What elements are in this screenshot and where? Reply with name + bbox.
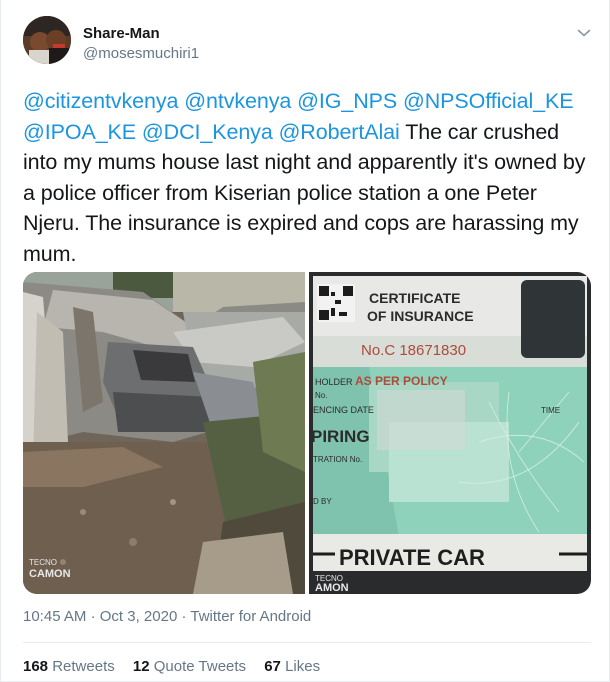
tweet-header: Share-Man @mosesmuchiri1: [23, 16, 593, 72]
likes-count: 67: [264, 658, 281, 675]
divider: [23, 642, 591, 643]
tweet-card: Share-Man @mosesmuchiri1 @citizentvkenya…: [0, 0, 610, 682]
insurance-certificate-photo[interactable]: CERTIFICATE OF INSURANCE No.C 18671830 H…: [309, 272, 591, 594]
quote-tweets-stat[interactable]: 12 Quote Tweets: [133, 658, 246, 675]
mention-link[interactable]: @RobertAlai: [279, 120, 400, 144]
issued-by-label: D BY: [313, 497, 332, 506]
likes-stat[interactable]: 67 Likes: [264, 658, 320, 675]
retweets-count: 168: [23, 658, 49, 675]
private-car-label: PRIVATE CAR: [339, 545, 485, 570]
holder-value: AS PER POLICY: [355, 374, 448, 388]
separator-dot: ·: [181, 608, 187, 625]
watermark-model: AMON: [315, 582, 349, 594]
registration-label: TRATION No.: [313, 455, 362, 464]
commencing-label: ENCING DATE: [313, 405, 374, 415]
mention-link[interactable]: @NPSOfficial_KE: [403, 89, 574, 113]
tweet-text: @citizentvkenya @ntvkenya @IG_NPS @NPSOf…: [23, 86, 593, 269]
likes-label: Likes: [285, 658, 321, 675]
mention-link[interactable]: @ntvkenya: [184, 89, 291, 113]
tweet-time[interactable]: 10:45 AM: [23, 608, 86, 625]
tweet-stats: 168 Retweets 12 Quote Tweets 67 Likes: [23, 656, 334, 678]
watermark-brand: TECNO: [29, 558, 57, 567]
tweet-date[interactable]: Oct 3, 2020: [100, 608, 178, 625]
mention-link[interactable]: @DCI_Kenya: [142, 120, 273, 144]
user-handle[interactable]: @mosesmuchiri1: [83, 44, 199, 64]
crash-photo[interactable]: TECNO CAMON: [23, 272, 305, 594]
tweet-timestamp[interactable]: 10:45 AM · Oct 3, 2020 · Twitter for And…: [23, 606, 311, 628]
quote-tweets-label: Quote Tweets: [153, 658, 247, 675]
separator-dot: ·: [90, 608, 96, 625]
tweet-media: TECNO CAMON CERTIFICATE OF INSURANCE No.…: [23, 272, 591, 594]
expiring-label: PIRING: [311, 427, 370, 446]
holder-label: HOLDER: [315, 377, 353, 387]
chevron-down-icon[interactable]: [575, 24, 593, 42]
quote-tweets-count: 12: [132, 658, 150, 675]
mention-link[interactable]: @citizentvkenya: [23, 89, 178, 113]
watermark-model: CAMON: [29, 568, 71, 580]
certificate-title-line-2: OF INSURANCE: [367, 308, 474, 324]
qr-code: [317, 284, 355, 322]
avatar-image: [23, 16, 71, 64]
display-name[interactable]: Share-Man: [83, 24, 199, 44]
mention-link[interactable]: @IPOA_KE: [23, 120, 136, 144]
certificate-number: No.C 18671830: [361, 342, 466, 359]
retweets-stat[interactable]: 168 Retweets: [23, 658, 115, 675]
mention-link[interactable]: @IG_NPS: [297, 89, 397, 113]
avatar[interactable]: [23, 16, 71, 64]
retweets-label: Retweets: [52, 658, 115, 675]
time-label: TIME: [541, 406, 560, 415]
certificate-title-line-1: CERTIFICATE: [369, 290, 461, 306]
tweet-source[interactable]: Twitter for Android: [190, 608, 311, 625]
author-info[interactable]: Share-Man @mosesmuchiri1: [83, 24, 199, 64]
no-label: No.: [315, 391, 327, 400]
